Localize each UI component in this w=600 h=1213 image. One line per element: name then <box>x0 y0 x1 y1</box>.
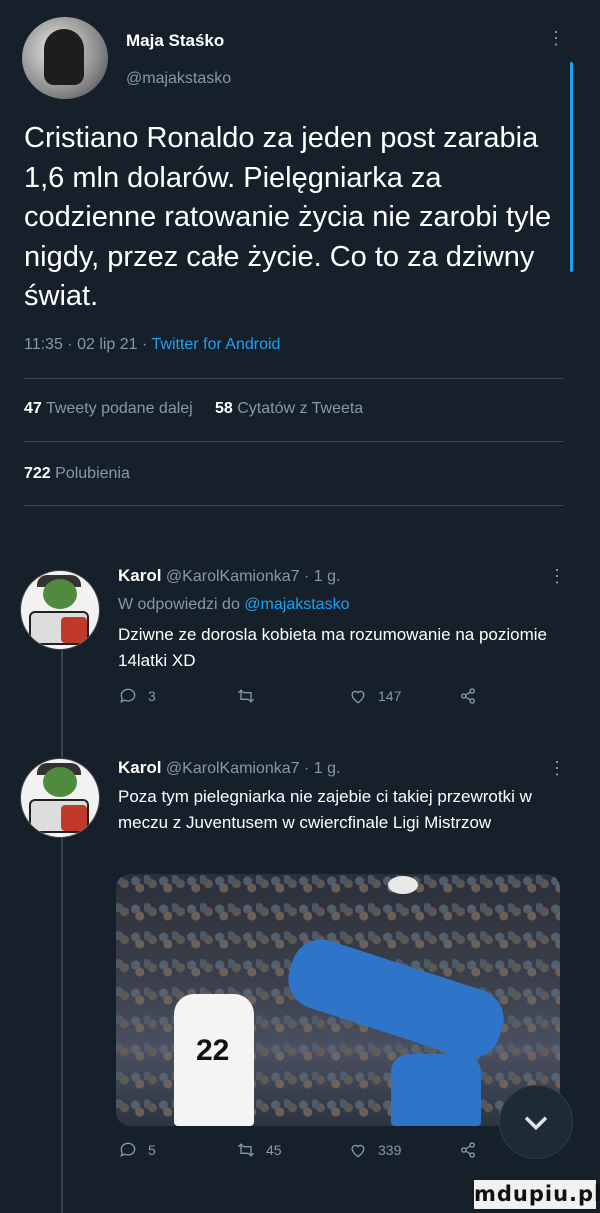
share-icon <box>461 1142 475 1158</box>
football <box>388 876 418 894</box>
quotes-stat[interactable]: 58 Cytatów z Tweeta <box>215 400 363 417</box>
tweet-text: Cristiano Ronaldo za jeden post zarabia … <box>24 122 552 312</box>
reply-media-image[interactable]: 22 <box>116 874 560 1126</box>
more-icon[interactable]: ⋮ <box>548 758 566 779</box>
reply-to-line: W odpowiedzi do @majakstasko <box>118 596 350 613</box>
reply-avatar[interactable] <box>20 758 100 838</box>
watermark-logo: mdupiu.pl <box>472 1178 600 1211</box>
divider <box>24 505 564 506</box>
divider <box>24 441 564 442</box>
author-name[interactable]: Maja Staśko <box>126 31 224 51</box>
reply-text: Dziwne ze dorosla kobieta ma rozumowanie… <box>118 625 547 670</box>
avatar-photo <box>44 29 84 85</box>
comment-icon <box>120 688 136 704</box>
reply-handle-time[interactable]: @KarolKamionka7 · 1 g. <box>166 568 341 585</box>
jersey-number: 22 <box>196 1034 230 1067</box>
tweet-source-link[interactable]: Twitter for Android <box>152 336 281 353</box>
scroll-down-button[interactable] <box>499 1085 573 1159</box>
reply-handle-time[interactable]: @KarolKamionka7 · 1 g. <box>166 760 341 777</box>
reply-button[interactable]: 5 <box>118 1140 156 1160</box>
reply-header: Karol @KarolKamionka7 · 1 g. <box>118 566 340 586</box>
mention-link[interactable]: @majakstasko <box>244 596 349 613</box>
heart-icon <box>351 1144 365 1158</box>
reply-actions: 3 147 <box>118 686 558 710</box>
tweet-time-date: 11:35 · 02 lip 21 · <box>24 336 152 353</box>
reply-text: Poza tym pielegniarka nie zajebie ci tak… <box>118 787 532 832</box>
more-icon[interactable]: ⋮ <box>548 566 566 587</box>
retweet-icon <box>238 1143 254 1157</box>
more-icon[interactable]: ⋮ <box>547 28 565 49</box>
scrollbar-thumb[interactable] <box>570 62 573 272</box>
divider <box>24 378 564 379</box>
comment-icon <box>120 1142 136 1158</box>
like-button[interactable]: 147 <box>348 686 401 706</box>
reply-author-name[interactable]: Karol <box>118 758 161 777</box>
reply-button[interactable]: 3 <box>118 686 156 706</box>
heart-icon <box>351 690 365 704</box>
reply-avatar[interactable] <box>20 570 100 650</box>
share-button[interactable] <box>458 1140 478 1160</box>
share-icon <box>461 688 475 704</box>
likes-stat[interactable]: 722 Polubienia <box>24 465 130 483</box>
share-button[interactable] <box>458 686 478 706</box>
retweet-button[interactable]: 45 <box>236 1140 282 1160</box>
retweets-stat[interactable]: 47 Tweety podane dalej <box>24 400 193 417</box>
main-tweet: Maja Staśko @majakstasko ⋮ Cristiano Ron… <box>6 0 576 524</box>
reply-actions: 5 45 339 <box>118 1140 558 1164</box>
author-avatar[interactable] <box>22 17 108 99</box>
tweet-timestamp: 11:35 · 02 lip 21 · Twitter for Android <box>24 336 280 354</box>
like-button[interactable]: 339 <box>348 1140 401 1160</box>
thread-line <box>61 628 63 1213</box>
retweet-button[interactable] <box>236 686 266 706</box>
reply-header: Karol @KarolKamionka7 · 1 g. <box>118 758 340 778</box>
tweet-stats: 47 Tweety podane dalej 58 Cytatów z Twee… <box>24 400 363 418</box>
player-white: 22 <box>174 994 254 1126</box>
chevron-down-icon <box>524 1116 548 1131</box>
player-blue <box>391 1054 481 1126</box>
author-handle[interactable]: @majakstasko <box>126 70 231 88</box>
reply-author-name[interactable]: Karol <box>118 566 161 585</box>
retweet-icon <box>238 689 254 703</box>
